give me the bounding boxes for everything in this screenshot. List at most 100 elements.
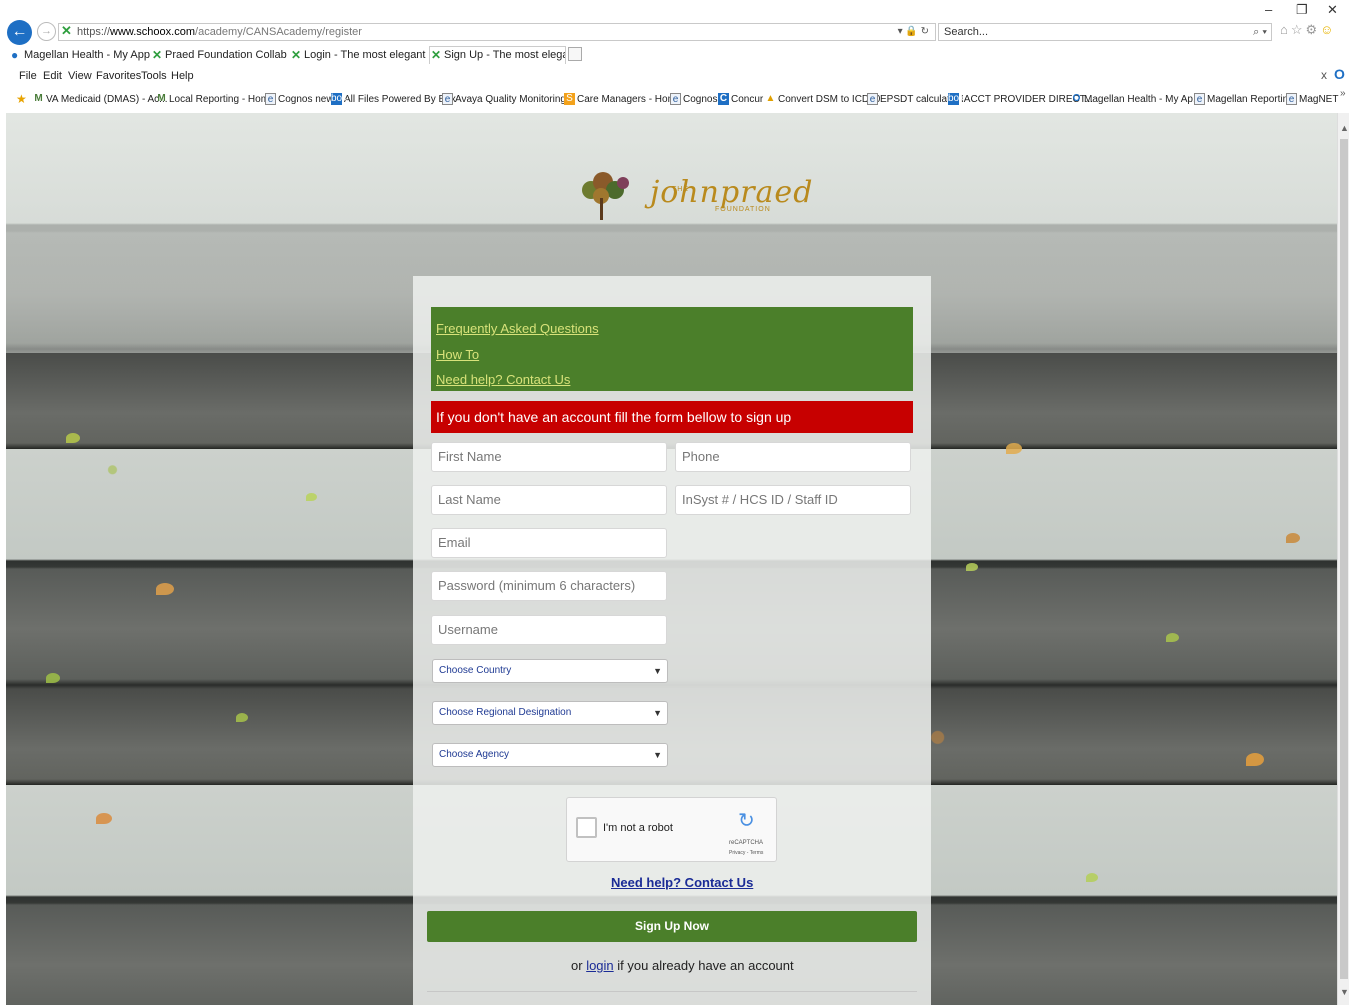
fav-box[interactable]: box All Files Powered By Box bbox=[331, 93, 456, 105]
favorites-star-icon[interactable]: ★ bbox=[16, 92, 27, 106]
menu-edit[interactable]: Edit bbox=[43, 70, 62, 82]
faq-link[interactable]: Frequently Asked Questions bbox=[436, 316, 908, 342]
fav-label: Concur bbox=[731, 94, 764, 105]
fav-convert-dsm[interactable]: ▲ Convert DSM to ICD10 bbox=[765, 93, 881, 105]
schoox-favicon-icon: ✕ bbox=[152, 48, 163, 62]
forward-arrow-icon[interactable]: → bbox=[37, 22, 56, 41]
magellan-circle-icon: O bbox=[1072, 93, 1081, 104]
fav-label: VA Medicaid (DMAS) - Ac... bbox=[46, 94, 168, 105]
email-input[interactable]: Email bbox=[431, 528, 667, 558]
back-arrow-icon[interactable]: ← bbox=[7, 20, 32, 45]
fav-epsdt[interactable]: e EPSDT calculator bbox=[867, 93, 959, 105]
login-prefix: or bbox=[571, 958, 583, 973]
scroll-up-icon[interactable]: ▲ bbox=[1340, 123, 1349, 133]
chevron-right-icon[interactable]: » bbox=[1340, 88, 1346, 99]
page-scrollbar[interactable]: ▲ ▼ bbox=[1337, 113, 1349, 1005]
recaptcha-label: I'm not a robot bbox=[603, 822, 673, 834]
login-link[interactable]: login bbox=[586, 958, 613, 973]
fav-magellan-my-ap[interactable]: O Magellan Health - My Ap... bbox=[1071, 93, 1202, 105]
contact-us-link[interactable]: Need help? Contact Us bbox=[436, 367, 908, 393]
scrollbar-thumb[interactable] bbox=[1340, 139, 1348, 979]
region-select[interactable]: Choose Regional Designation ▼ bbox=[432, 701, 668, 725]
tab-label: Login - The most elegant onlin... bbox=[304, 49, 426, 61]
browser-search-input[interactable]: Search... ⌕ ▾ bbox=[938, 23, 1272, 41]
fav-concur[interactable]: C Concur bbox=[718, 93, 764, 105]
tab-magellan[interactable]: ● Magellan Health - My Applicat... bbox=[10, 47, 150, 65]
first-name-input[interactable]: First Name bbox=[431, 442, 667, 472]
last-name-input[interactable]: Last Name bbox=[431, 485, 667, 515]
home-icon[interactable]: ⌂ bbox=[1280, 22, 1291, 37]
recaptcha-checkbox[interactable] bbox=[576, 817, 597, 838]
m-logo-icon: M bbox=[34, 93, 43, 104]
insyst-id-input[interactable]: InSyst # / HCS ID / Staff ID bbox=[675, 485, 911, 515]
leaf-decoration bbox=[1166, 633, 1179, 642]
restore-button[interactable]: ❐ bbox=[1296, 2, 1308, 18]
fav-cognos[interactable]: e Cognos bbox=[670, 93, 717, 105]
tab-label: Magellan Health - My Applicat... bbox=[24, 49, 150, 61]
minimize-button[interactable]: – bbox=[1265, 2, 1272, 17]
logo-subtitle: FOUNDATION bbox=[715, 206, 771, 213]
menu-file[interactable]: File bbox=[19, 70, 37, 82]
leaf-decoration bbox=[46, 673, 60, 683]
lock-refresh-icon[interactable]: ▾ 🔒 ↻ bbox=[898, 24, 929, 40]
fav-care-managers[interactable]: S Care Managers - Home bbox=[564, 93, 682, 105]
smiley-icon[interactable]: ☺ bbox=[1320, 22, 1336, 37]
dropdown-arrow-icon: ▼ bbox=[653, 750, 662, 760]
close-menu-icon[interactable]: x bbox=[1321, 68, 1327, 82]
menu-favorites[interactable]: Favorites bbox=[96, 70, 141, 82]
fav-label: Cognos new bbox=[278, 94, 334, 105]
how-to-link[interactable]: How To bbox=[436, 342, 908, 368]
new-tab-button[interactable] bbox=[568, 47, 582, 61]
fav-va-medicaid[interactable]: M VA Medicaid (DMAS) - Ac... bbox=[33, 93, 168, 105]
leaf-decoration bbox=[306, 493, 317, 501]
country-select[interactable]: Choose Country ▼ bbox=[432, 659, 668, 683]
fav-label: Magellan Reporting bbox=[1207, 94, 1294, 105]
fav-label: Care Managers - Home bbox=[577, 94, 682, 105]
phone-input[interactable]: Phone bbox=[675, 442, 911, 472]
search-icon[interactable]: ⌕ ▾ bbox=[1253, 24, 1267, 40]
leaf-decoration bbox=[966, 563, 978, 571]
page-icon: e bbox=[867, 93, 878, 105]
triangle-logo-icon: ▲ bbox=[765, 93, 776, 104]
tab-login[interactable]: ✕ Login - The most elegant onlin... bbox=[290, 47, 426, 65]
url-path: /academy/CANSAcademy/register bbox=[195, 26, 362, 38]
menu-tools[interactable]: Tools bbox=[141, 70, 167, 82]
username-input[interactable]: Username bbox=[431, 615, 667, 645]
page-icon: e bbox=[265, 93, 276, 105]
fav-label: Magellan Health - My Ap... bbox=[1084, 94, 1202, 105]
fav-label: All Files Powered By Box bbox=[344, 94, 456, 105]
recaptcha-terms-link[interactable]: Privacy - Terms bbox=[729, 850, 763, 856]
gear-icon[interactable]: ⚙ bbox=[1306, 22, 1321, 37]
scroll-down-icon[interactable]: ▼ bbox=[1340, 987, 1349, 997]
sign-up-button[interactable]: Sign Up Now bbox=[427, 911, 917, 942]
agency-select[interactable]: Choose Agency ▼ bbox=[432, 743, 668, 767]
tab-praed[interactable]: ✕ Praed Foundation Collaborativ... bbox=[151, 47, 287, 65]
star-icon[interactable]: ☆ bbox=[1291, 22, 1306, 37]
extension-circle-icon[interactable]: O bbox=[1334, 66, 1345, 82]
toolbar-icons[interactable]: ⌂☆⚙☺ bbox=[1280, 22, 1336, 38]
need-help-link[interactable]: Need help? Contact Us bbox=[611, 875, 753, 890]
close-window-button[interactable]: ✕ bbox=[1327, 2, 1338, 18]
fav-magnet[interactable]: e MagNET bbox=[1286, 93, 1338, 105]
site-favicon-icon: ✕ bbox=[61, 23, 72, 38]
page-icon: e bbox=[442, 93, 453, 105]
m-logo-icon: M bbox=[157, 93, 166, 104]
signup-alert: If you don't have an account fill the fo… bbox=[431, 401, 913, 433]
page-icon: e bbox=[1194, 93, 1205, 105]
url-protocol: https:// bbox=[77, 26, 111, 38]
schoox-favicon-icon: ✕ bbox=[431, 48, 442, 62]
recaptcha-logo-icon: ↻ bbox=[738, 810, 755, 832]
menu-help[interactable]: Help bbox=[171, 70, 194, 82]
help-links-box: Frequently Asked Questions How To Need h… bbox=[431, 307, 913, 391]
page-icon: e bbox=[1286, 93, 1297, 105]
password-input[interactable]: Password (minimum 6 characters) bbox=[431, 571, 667, 601]
tab-signup[interactable]: ✕ Sign Up - The most elegant ...× bbox=[429, 46, 566, 64]
fav-avaya[interactable]: e Avaya Quality Monitoring... bbox=[442, 93, 574, 105]
fav-local-reporting[interactable]: M Local Reporting - Home bbox=[156, 93, 274, 105]
tab-label: Sign Up - The most elegant ... bbox=[444, 49, 565, 61]
menu-view[interactable]: View bbox=[68, 70, 92, 82]
address-bar[interactable]: ✕ https://www.schoox.com/academy/CANSAca… bbox=[58, 23, 936, 41]
fav-magellan-reporting[interactable]: e Magellan Reporting bbox=[1194, 93, 1294, 105]
fav-label: EPSDT calculator bbox=[880, 94, 959, 105]
fav-cognos-new[interactable]: e Cognos new bbox=[265, 93, 334, 105]
